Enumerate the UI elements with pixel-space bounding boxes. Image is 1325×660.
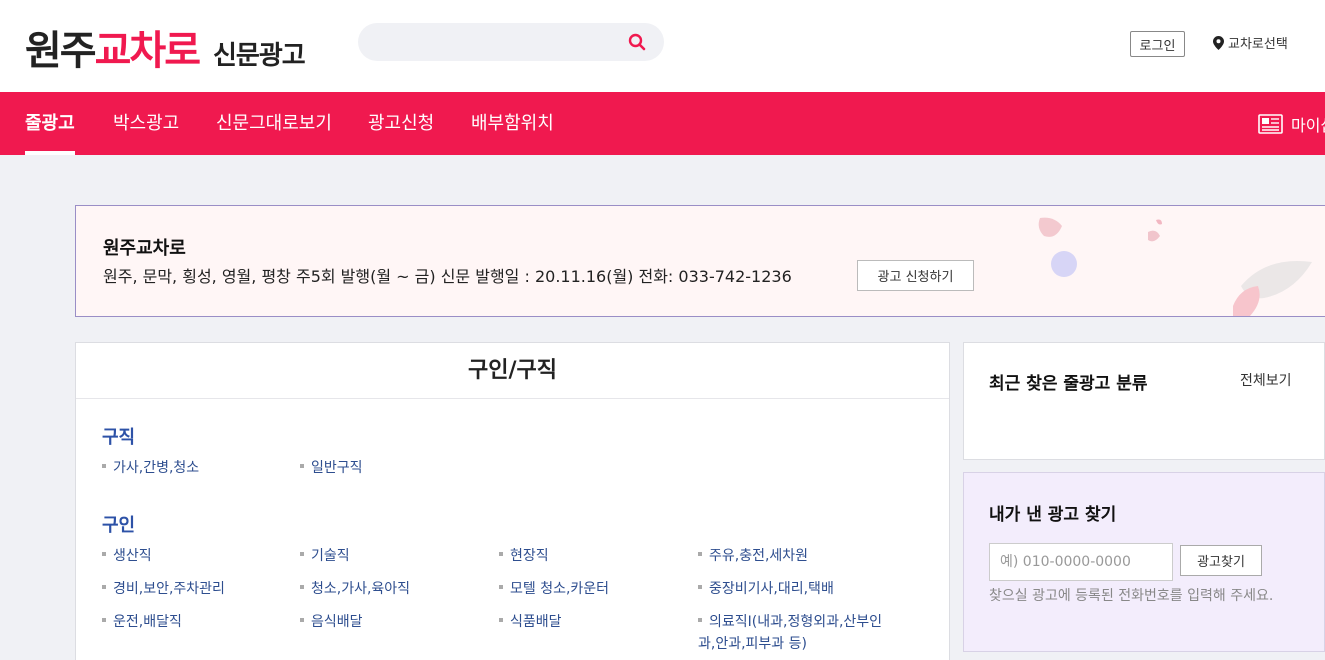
category-link[interactable]: 운전,배달직 (102, 611, 182, 633)
category-link[interactable]: 의료직Ⅰ(내과,정형외과,산부인과,안과,피부과 등) (698, 611, 893, 655)
nav-item-box-ads[interactable]: 박스광고 (113, 92, 179, 155)
category-link[interactable]: 청소,가사,육아직 (300, 578, 410, 600)
region-select[interactable]: 교차로선택 (1213, 33, 1288, 52)
newspaper-info-banner: 원주교차로 원주, 문막, 횡성, 영월, 평창 주5회 발행(월 ~ 금) 신… (75, 205, 1325, 317)
category-link[interactable]: 기술직 (300, 545, 350, 567)
category-link[interactable]: 식품배달 (499, 611, 562, 633)
recent-categories-title: 최근 찾은 줄광고 분류 (989, 374, 1148, 394)
search-icon[interactable] (628, 33, 646, 51)
nav-item-line-ads[interactable]: 줄광고 (25, 92, 75, 155)
section-heading-job-offer: 구인 (102, 515, 136, 536)
category-link[interactable]: 일반구직 (300, 457, 363, 479)
find-ad-help-text: 찾으실 광고에 등록된 전화번호를 입력해 주세요. (989, 588, 1274, 604)
find-my-ad-panel: 내가 낸 광고 찾기 광고찾기 찾으실 광고에 등록된 전화번호를 입력해 주세… (963, 472, 1325, 652)
banner-title: 원주교차로 (103, 238, 186, 259)
category-link[interactable]: 현장직 (499, 545, 549, 567)
category-panel: 구인/구직 구직 가사,간병,청소 일반구직 구인 생산직 기술직 현장직 주유… (75, 342, 950, 660)
category-link[interactable]: 주유,충전,세차원 (698, 545, 808, 567)
category-link[interactable]: 경비,보안,주차관리 (102, 578, 225, 600)
nav-item-distribution-box[interactable]: 배부함위치 (471, 92, 554, 155)
apply-ad-button[interactable]: 광고 신청하기 (857, 260, 974, 291)
nav-item-ad-apply[interactable]: 광고신청 (368, 92, 434, 155)
recent-categories-panel: 최근 찾은 줄광고 분류 전체보기 (963, 342, 1325, 460)
category-title: 구인/구직 (76, 343, 949, 399)
category-link[interactable]: 가사,간병,청소 (102, 457, 199, 479)
section-heading-job-seeking: 구직 (102, 427, 136, 448)
region-label: 교차로선택 (1228, 37, 1288, 52)
category-link[interactable]: 중장비기사,대리,택배 (698, 578, 834, 600)
category-link[interactable]: 음식배달 (300, 611, 363, 633)
search-input[interactable] (374, 31, 624, 53)
view-all-link[interactable]: 전체보기 (1240, 370, 1292, 390)
nav-active-indicator (25, 151, 75, 155)
find-ad-button[interactable]: 광고찾기 (1180, 545, 1262, 576)
petal-decoration-image (1038, 217, 1312, 316)
find-my-ad-title: 내가 낸 광고 찾기 (989, 505, 1117, 525)
logo-text-brand: 교차로 (94, 28, 201, 74)
login-button[interactable]: 로그인 (1130, 31, 1185, 57)
location-pin-icon (1213, 35, 1224, 50)
category-link[interactable]: 생산직 (102, 545, 152, 567)
myshop-label: 마이샵 (1291, 115, 1325, 135)
phone-number-input[interactable] (989, 543, 1173, 581)
header: 원주 교차로 신문광고 로그인 교차로선택 (0, 0, 1325, 92)
category-link[interactable]: 모텔 청소,카운터 (499, 578, 609, 600)
nav-item-newspaper-view[interactable]: 신문그대로보기 (216, 92, 332, 155)
main-nav: 줄광고 박스광고 신문그대로보기 광고신청 배부함위치 마이샵 (0, 92, 1325, 155)
logo-text-subtitle: 신문광고 (213, 41, 306, 71)
search-bar (358, 23, 664, 61)
banner-description: 원주, 문막, 횡성, 영월, 평창 주5회 발행(월 ~ 금) 신문 발행일 … (103, 267, 792, 286)
nav-item-myshop[interactable]: 마이샵 (1258, 92, 1325, 155)
site-logo[interactable]: 원주 교차로 신문광고 (25, 18, 306, 74)
logo-text-city: 원주 (25, 28, 97, 74)
newspaper-icon (1258, 113, 1283, 134)
